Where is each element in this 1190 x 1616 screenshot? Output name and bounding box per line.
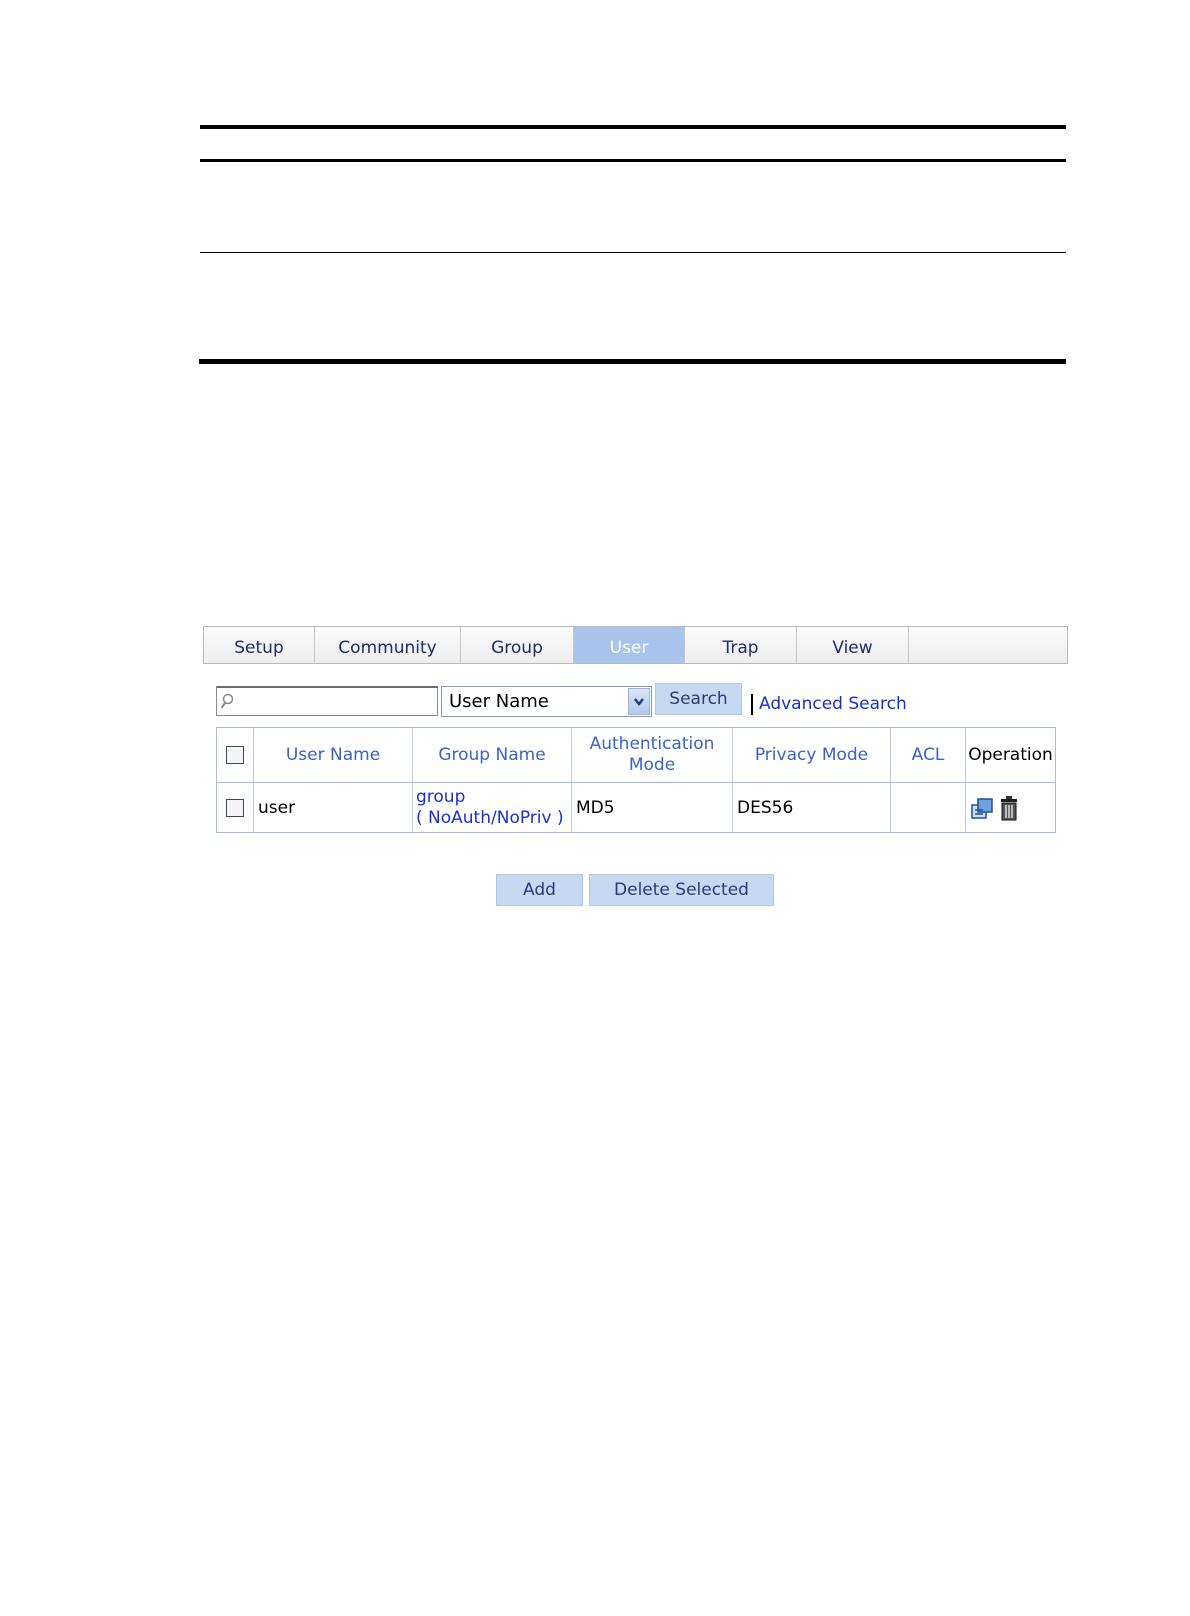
privacy-mode-cell: DES56 [733, 783, 891, 832]
row-select [217, 783, 254, 832]
header-user-name[interactable]: User Name [254, 728, 413, 783]
table-rule-bottom [199, 359, 1066, 364]
group-name-cell: group ( NoAuth/NoPriv ) [413, 783, 572, 832]
tab-community[interactable]: Community [315, 627, 461, 663]
auth-mode-cell: MD5 [572, 783, 733, 832]
search-field-select[interactable]: User Name [441, 686, 652, 717]
user-table: User Name Group Name Authentication Mode… [216, 727, 1056, 833]
table-rule-header [200, 159, 1066, 162]
chevron-down-icon[interactable] [628, 688, 650, 715]
user-name-cell: user [254, 783, 413, 832]
header-operation: Operation [966, 728, 1055, 783]
header-acl[interactable]: ACL [891, 728, 966, 783]
acl-cell [891, 783, 966, 832]
delete-selected-button[interactable]: Delete Selected [589, 874, 774, 906]
header-privacy-mode[interactable]: Privacy Mode [733, 728, 891, 783]
operation-cell [966, 783, 1055, 832]
tab-trap[interactable]: Trap [685, 627, 797, 663]
header-group-name[interactable]: Group Name [413, 728, 572, 783]
separator [751, 694, 753, 715]
table-rule-middle [200, 252, 1066, 253]
table-rule-top [200, 125, 1066, 129]
search-input[interactable] [216, 686, 438, 716]
header-authentication-mode[interactable]: Authentication Mode [572, 728, 733, 783]
tab-bar-filler [909, 627, 1067, 663]
edit-icon[interactable] [970, 796, 994, 820]
search-field-value: User Name [449, 691, 549, 712]
trash-icon[interactable] [999, 795, 1019, 821]
group-link[interactable]: group [416, 787, 465, 808]
search-icon [220, 693, 234, 709]
add-button[interactable]: Add [496, 874, 583, 906]
header-select-all [217, 728, 254, 783]
tab-bar: Setup Community Group User Trap View [203, 626, 1068, 664]
tab-user[interactable]: User [574, 627, 685, 663]
row-checkbox[interactable] [226, 798, 244, 817]
select-all-checkbox[interactable] [226, 746, 244, 764]
tab-setup[interactable]: Setup [204, 627, 315, 663]
tab-view[interactable]: View [797, 627, 909, 663]
group-mode-text: ( NoAuth/NoPriv ) [416, 807, 564, 828]
tab-group[interactable]: Group [461, 627, 574, 663]
search-button[interactable]: Search [655, 683, 742, 715]
advanced-search-link[interactable]: Advanced Search [759, 694, 907, 714]
